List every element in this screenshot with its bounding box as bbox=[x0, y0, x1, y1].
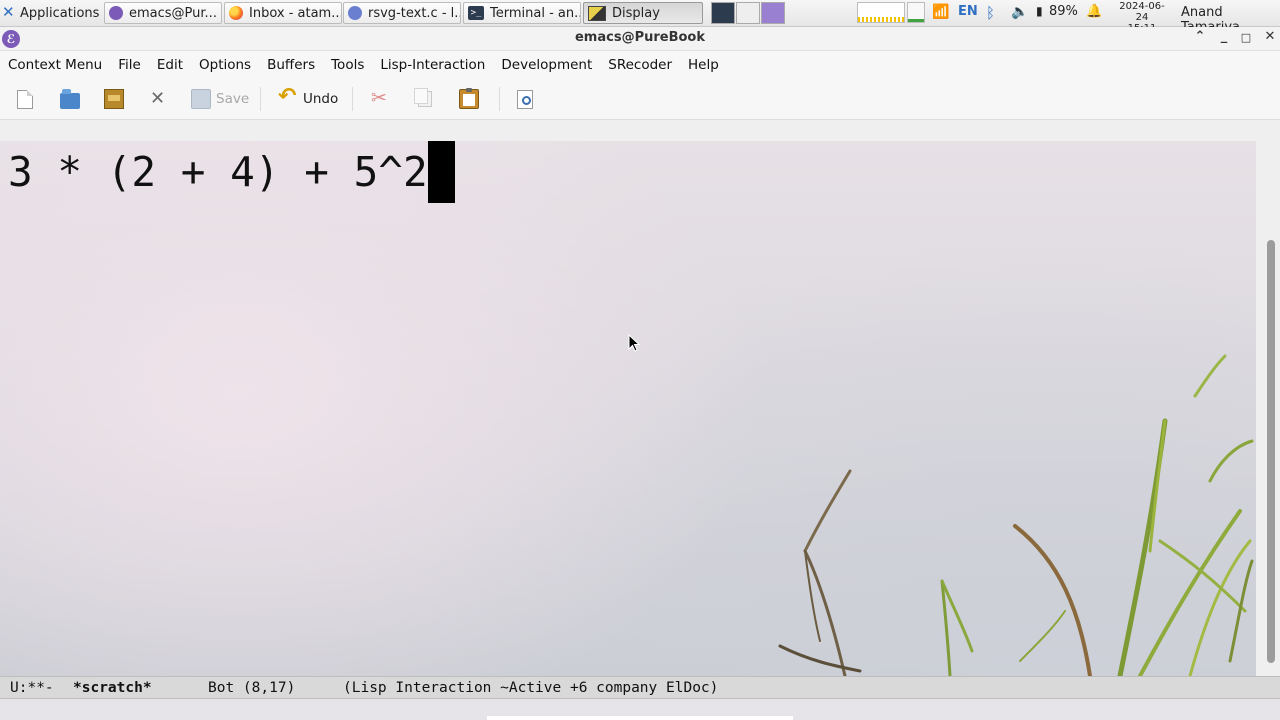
folder-open-icon bbox=[60, 88, 80, 109]
open-directory-button[interactable] bbox=[104, 87, 124, 111]
menu-tools[interactable]: Tools bbox=[323, 57, 372, 73]
copy-button[interactable] bbox=[414, 87, 432, 111]
menu-help[interactable]: Help bbox=[680, 57, 727, 73]
mouse-pointer-icon bbox=[628, 334, 640, 352]
taskbar-label: Inbox - atam... bbox=[249, 5, 342, 21]
echo-area-highlight bbox=[487, 716, 793, 720]
search-icon bbox=[517, 89, 533, 109]
notification-bell-icon[interactable]: 🔔 bbox=[1086, 4, 1102, 19]
xfce-logo-icon bbox=[2, 3, 16, 21]
taskbar-item-terminal[interactable]: >_ Terminal - an... bbox=[463, 2, 581, 24]
modeline-modes[interactable]: (Lisp Interaction ~Active +6 company ElD… bbox=[343, 680, 718, 696]
clock-date: 2024-06-24 bbox=[1119, 1, 1165, 23]
window-close-button[interactable]: ✕ bbox=[1260, 29, 1280, 47]
vertical-scrollbar[interactable] bbox=[1256, 141, 1280, 676]
workspace-switcher[interactable] bbox=[711, 2, 786, 24]
tool-bar: Save Undo bbox=[0, 79, 1280, 120]
search-button[interactable] bbox=[517, 87, 533, 111]
taskbar-item-firefox[interactable]: Inbox - atam... bbox=[224, 2, 342, 24]
applications-label: Applications bbox=[20, 5, 100, 21]
undo-button[interactable]: Undo bbox=[278, 84, 339, 111]
cut-icon bbox=[370, 87, 390, 109]
firefox-icon bbox=[229, 6, 243, 20]
editor-buffer[interactable]: 3 * (2 + 4) + 5^2 bbox=[0, 141, 1256, 676]
directory-icon bbox=[104, 89, 124, 109]
undo-icon bbox=[278, 84, 298, 109]
taskbar-item-display[interactable]: Display bbox=[583, 2, 703, 24]
new-file-button[interactable] bbox=[17, 87, 33, 111]
taskbar-label: Terminal - an... bbox=[490, 5, 581, 21]
save-label: Save bbox=[216, 91, 250, 107]
window-iconify-button[interactable]: _ bbox=[1214, 29, 1234, 47]
display-icon bbox=[588, 5, 606, 21]
background-grass-image bbox=[778, 354, 1254, 676]
paste-icon bbox=[459, 88, 479, 109]
window-title: emacs@PureBook bbox=[574, 30, 705, 45]
menu-options[interactable]: Options bbox=[191, 57, 259, 73]
terminal-icon: >_ bbox=[468, 6, 484, 20]
echo-area[interactable] bbox=[0, 699, 1280, 720]
network-signal-icon[interactable]: 📶 bbox=[932, 4, 949, 20]
taskbar-item-builder[interactable]: rsvg-text.c - l... bbox=[343, 2, 461, 24]
emacs-icon bbox=[109, 6, 123, 20]
scrollbar-thumb[interactable] bbox=[1267, 240, 1275, 663]
close-icon bbox=[148, 88, 168, 109]
window-titlebar[interactable]: ℰ emacs@PureBook ⌃ _ □ ✕ bbox=[0, 27, 1280, 51]
memory-graph-widget[interactable] bbox=[907, 2, 925, 23]
taskbar-label: Display bbox=[612, 5, 660, 21]
toolbar-separator bbox=[499, 87, 500, 111]
modeline-position: Bot (8,17) bbox=[208, 680, 296, 696]
taskbar-label: rsvg-text.c - l... bbox=[368, 5, 461, 21]
modeline-buffer-name[interactable]: *scratch* bbox=[73, 680, 152, 696]
cpu-graph-widget[interactable] bbox=[857, 2, 905, 23]
taskbar-label: emacs@Pur... bbox=[129, 5, 217, 21]
save-button[interactable]: Save bbox=[191, 87, 249, 111]
undo-label: Undo bbox=[303, 91, 339, 107]
toolbar-separator bbox=[260, 87, 261, 111]
window-minimize-button[interactable]: ⌃ bbox=[1190, 29, 1210, 47]
workspace-1[interactable] bbox=[711, 2, 735, 24]
save-icon bbox=[191, 89, 211, 109]
workspace-3[interactable] bbox=[761, 2, 785, 24]
menu-lisp-interaction[interactable]: Lisp-Interaction bbox=[372, 57, 493, 73]
menu-development[interactable]: Development bbox=[493, 57, 600, 73]
toolbar-separator bbox=[352, 87, 353, 111]
open-file-button[interactable] bbox=[60, 87, 80, 111]
copy-icon bbox=[414, 88, 432, 107]
menu-edit[interactable]: Edit bbox=[149, 57, 191, 73]
menu-bar: Context Menu File Edit Options Buffers T… bbox=[0, 51, 1280, 79]
keyboard-layout-indicator[interactable]: EN bbox=[958, 4, 978, 19]
menu-srecoder[interactable]: SRecoder bbox=[600, 57, 680, 73]
workspace-2[interactable] bbox=[736, 2, 760, 24]
battery-icon[interactable]: ▮ bbox=[1036, 4, 1043, 18]
taskbar-item-emacs[interactable]: emacs@Pur... bbox=[104, 2, 222, 24]
menu-file[interactable]: File bbox=[110, 57, 149, 73]
xfce-top-panel: Applications ⋮ emacs@Pur... Inbox - atam… bbox=[0, 0, 1280, 35]
gnome-builder-icon bbox=[348, 6, 362, 20]
modeline-status: U:**- bbox=[10, 680, 54, 696]
paste-button[interactable] bbox=[459, 87, 479, 111]
header-spacer bbox=[0, 120, 1280, 141]
buffer-text: 3 * (2 + 4) + 5^2 bbox=[8, 148, 428, 196]
new-file-icon bbox=[17, 89, 33, 109]
volume-icon[interactable]: 🔈 bbox=[1011, 4, 1028, 20]
window-maximize-button[interactable]: □ bbox=[1236, 31, 1256, 49]
menu-context-menu[interactable]: Context Menu bbox=[0, 57, 110, 73]
code-line: 3 * (2 + 4) + 5^2 bbox=[8, 141, 455, 203]
cut-button[interactable] bbox=[370, 87, 390, 111]
bluetooth-icon[interactable]: ᛒ bbox=[986, 4, 995, 22]
applications-menu-button[interactable]: Applications ⋮ bbox=[2, 3, 114, 23]
menu-buffers[interactable]: Buffers bbox=[259, 57, 323, 73]
battery-percentage: 89% bbox=[1049, 4, 1078, 19]
mode-line[interactable]: U:**- *scratch* Bot (8,17) (Lisp Interac… bbox=[0, 676, 1280, 699]
text-cursor bbox=[427, 141, 455, 203]
kill-buffer-button[interactable] bbox=[148, 87, 168, 111]
